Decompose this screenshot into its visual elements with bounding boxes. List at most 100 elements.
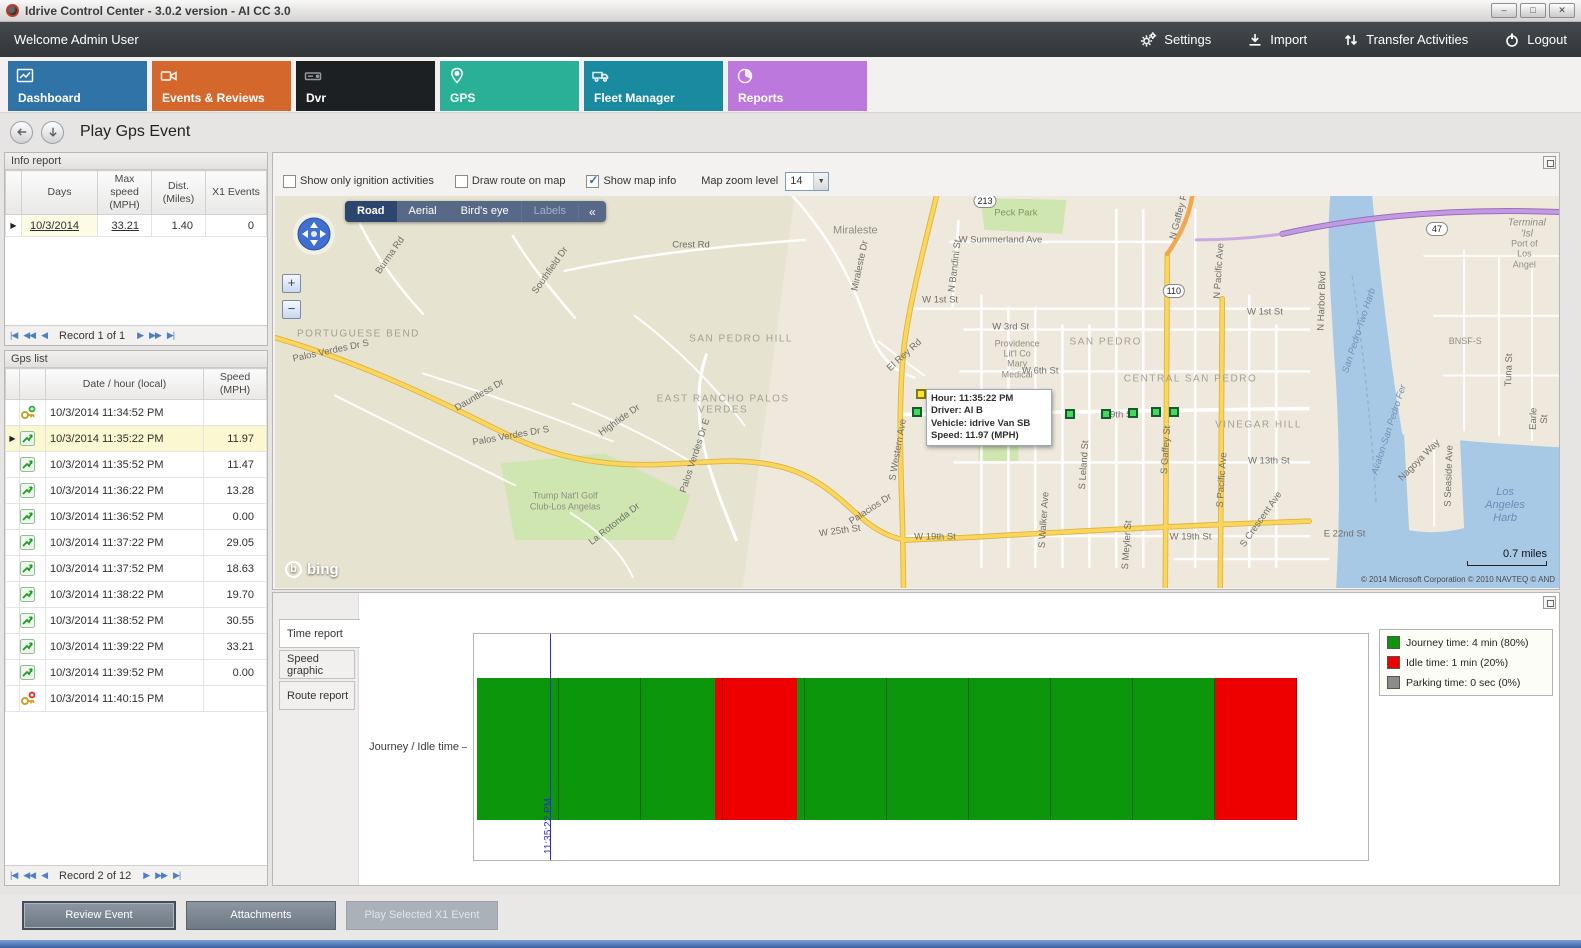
maximize-button[interactable]: □ [1520, 3, 1546, 18]
show-map-info-checkbox[interactable]: Show map info [586, 175, 676, 188]
tab-time-report[interactable]: Time report [279, 619, 360, 648]
gps-list-row[interactable]: ▶ 10/3/2014 11:35:22 PM 11.97 [6, 426, 267, 452]
down-button[interactable] [41, 121, 64, 144]
first-record-button[interactable]: |◀ [10, 870, 17, 881]
map-mode-birds-eye[interactable]: Bird's eye [449, 201, 521, 222]
line-chart-icon [16, 67, 34, 85]
row-indicator [6, 634, 20, 660]
column-header-days[interactable]: Days [22, 171, 98, 215]
tooltip-driver: Driver: Al B [931, 405, 1047, 417]
gps-list-row[interactable]: 10/3/2014 11:40:15 PM [6, 686, 267, 712]
next-page-button[interactable]: ▶▶ [155, 870, 167, 881]
chart-legend: Journey time: 4 min (80%)Idle time: 1 mi… [1379, 629, 1553, 696]
column-header-datetime[interactable]: Date / hour (local) [46, 369, 204, 400]
minimize-button[interactable]: – [1491, 3, 1517, 18]
prev-record-button[interactable]: ◀ [41, 330, 47, 341]
attachments-button[interactable]: Attachments [186, 901, 336, 930]
app-icon [6, 4, 19, 17]
legend-item: Journey time: 4 min (80%) [1387, 636, 1545, 649]
tab-route-report[interactable]: Route report [279, 681, 355, 710]
tab-gps[interactable]: GPS [440, 61, 579, 111]
gps-list-row[interactable]: 10/3/2014 11:38:52 PM 30.55 [6, 608, 267, 634]
tab-fleet-manager[interactable]: Fleet Manager [584, 61, 723, 111]
gps-list-row[interactable]: 10/3/2014 11:37:22 PM 29.05 [6, 530, 267, 556]
tab-dashboard[interactable]: Dashboard [8, 61, 147, 111]
column-header-icon[interactable] [20, 369, 46, 400]
tab-dvr[interactable]: Dvr [296, 61, 435, 111]
map-panel: Show only ignition activities Draw route… [272, 152, 1560, 590]
gps-route-marker[interactable] [1128, 408, 1138, 418]
settings-button[interactable]: Settings [1140, 31, 1211, 48]
gps-route-marker[interactable] [1151, 407, 1161, 417]
logout-button[interactable]: Logout [1504, 32, 1567, 48]
main-nav: Dashboard Events & Reviews Dvr GPS Fleet… [0, 57, 1581, 113]
gps-list-row[interactable]: 10/3/2014 11:39:52 PM 0.00 [6, 660, 267, 686]
footer-bar: Review Event Attachments Play Selected X… [0, 895, 1581, 940]
max-speed-link[interactable]: 33.21 [98, 215, 152, 237]
map-zoom-select[interactable]: 14 ▼ [785, 172, 829, 191]
next-record-button[interactable]: ▶ [137, 330, 143, 341]
last-record-button[interactable]: ▶| [167, 330, 174, 341]
scale-bar [1467, 561, 1547, 566]
column-header-x1-events[interactable]: X1 Events [206, 171, 267, 215]
days-link[interactable]: 10/3/2014 [22, 215, 98, 237]
import-button[interactable]: Import [1247, 32, 1307, 48]
map-mode-bar: Road Aerial Bird's eye Labels « [345, 201, 606, 222]
column-header-speed[interactable]: Speed (MPH) [204, 369, 267, 400]
prev-page-button[interactable]: ◀◀ [23, 870, 35, 881]
gps-list-row[interactable]: 10/3/2014 11:39:22 PM 33.21 [6, 634, 267, 660]
map-mode-labels[interactable]: Labels [521, 201, 578, 222]
zoom-in-button[interactable]: + [282, 274, 301, 293]
gps-list-row[interactable]: 10/3/2014 11:35:52 PM 11.47 [6, 452, 267, 478]
tab-speed-graphic[interactable]: Speed graphic [279, 650, 355, 679]
map-mode-aerial[interactable]: Aerial [397, 201, 449, 222]
tab-events-reviews[interactable]: Events & Reviews [152, 61, 291, 111]
gears-icon [1140, 31, 1157, 48]
map-mode-road[interactable]: Road [345, 201, 397, 222]
page-title: Play Gps Event [80, 123, 190, 141]
tab-reports[interactable]: Reports [728, 61, 867, 111]
gps-list-row[interactable]: 10/3/2014 11:36:52 PM 0.00 [6, 504, 267, 530]
last-record-button[interactable]: ▶| [173, 870, 180, 881]
collapse-map-panel-button[interactable] [1543, 156, 1556, 169]
checkbox-box [586, 175, 599, 188]
next-record-button[interactable]: ▶ [143, 870, 149, 881]
collapse-mode-bar-button[interactable]: « [578, 205, 606, 219]
bing-logo: b bing [285, 561, 339, 578]
show-only-ignition-activities-checkbox[interactable]: Show only ignition activities [283, 175, 434, 188]
gps-route-marker[interactable] [1169, 407, 1179, 417]
row-indicator [6, 400, 20, 426]
next-page-button[interactable]: ▶▶ [149, 330, 161, 341]
idle-segment [1215, 678, 1297, 820]
column-header-dist[interactable]: Dist. (Miles) [152, 171, 206, 215]
column-header[interactable] [6, 369, 20, 400]
back-button[interactable] [10, 121, 33, 144]
transfer-activities-button[interactable]: Transfer Activities [1343, 32, 1468, 48]
map-compass-control[interactable] [291, 211, 337, 257]
row-indicator [6, 504, 20, 530]
gps-route-marker[interactable] [916, 389, 926, 399]
legend-swatch [1387, 656, 1400, 669]
gps-list-row[interactable]: 10/3/2014 11:37:52 PM 18.63 [6, 556, 267, 582]
close-button[interactable]: ✕ [1549, 3, 1575, 18]
gps-route-marker[interactable] [912, 407, 922, 417]
prev-page-button[interactable]: ◀◀ [23, 330, 35, 341]
welcome-text: Welcome Admin User [14, 32, 139, 47]
column-header[interactable] [6, 171, 22, 215]
gps-list-row[interactable]: 10/3/2014 11:34:52 PM [6, 400, 267, 426]
gps-route-marker[interactable] [1065, 409, 1075, 419]
review-event-button[interactable]: Review Event [22, 901, 176, 930]
zoom-out-button[interactable]: − [282, 300, 301, 319]
collapse-chart-panel-button[interactable] [1543, 596, 1556, 609]
gps-route-marker[interactable] [1101, 409, 1111, 419]
prev-record-button[interactable]: ◀ [41, 870, 47, 881]
first-record-button[interactable]: |◀ [10, 330, 17, 341]
gps-list-row[interactable]: 10/3/2014 11:36:22 PM 13.28 [6, 478, 267, 504]
column-header-max-speed[interactable]: Max speed (MPH) [98, 171, 152, 215]
gps-list-row[interactable]: 10/3/2014 11:38:22 PM 19.70 [6, 582, 267, 608]
row-indicator [6, 608, 20, 634]
bing-map[interactable]: MiralestePeck ParkW Summerland AveCrest … [275, 196, 1559, 588]
info-report-row[interactable]: ▶ 10/3/2014 33.21 1.40 0 [6, 215, 267, 237]
draw-route-on-map-checkbox[interactable]: Draw route on map [455, 175, 566, 188]
datetime-cell: 10/3/2014 11:39:52 PM [46, 660, 204, 686]
